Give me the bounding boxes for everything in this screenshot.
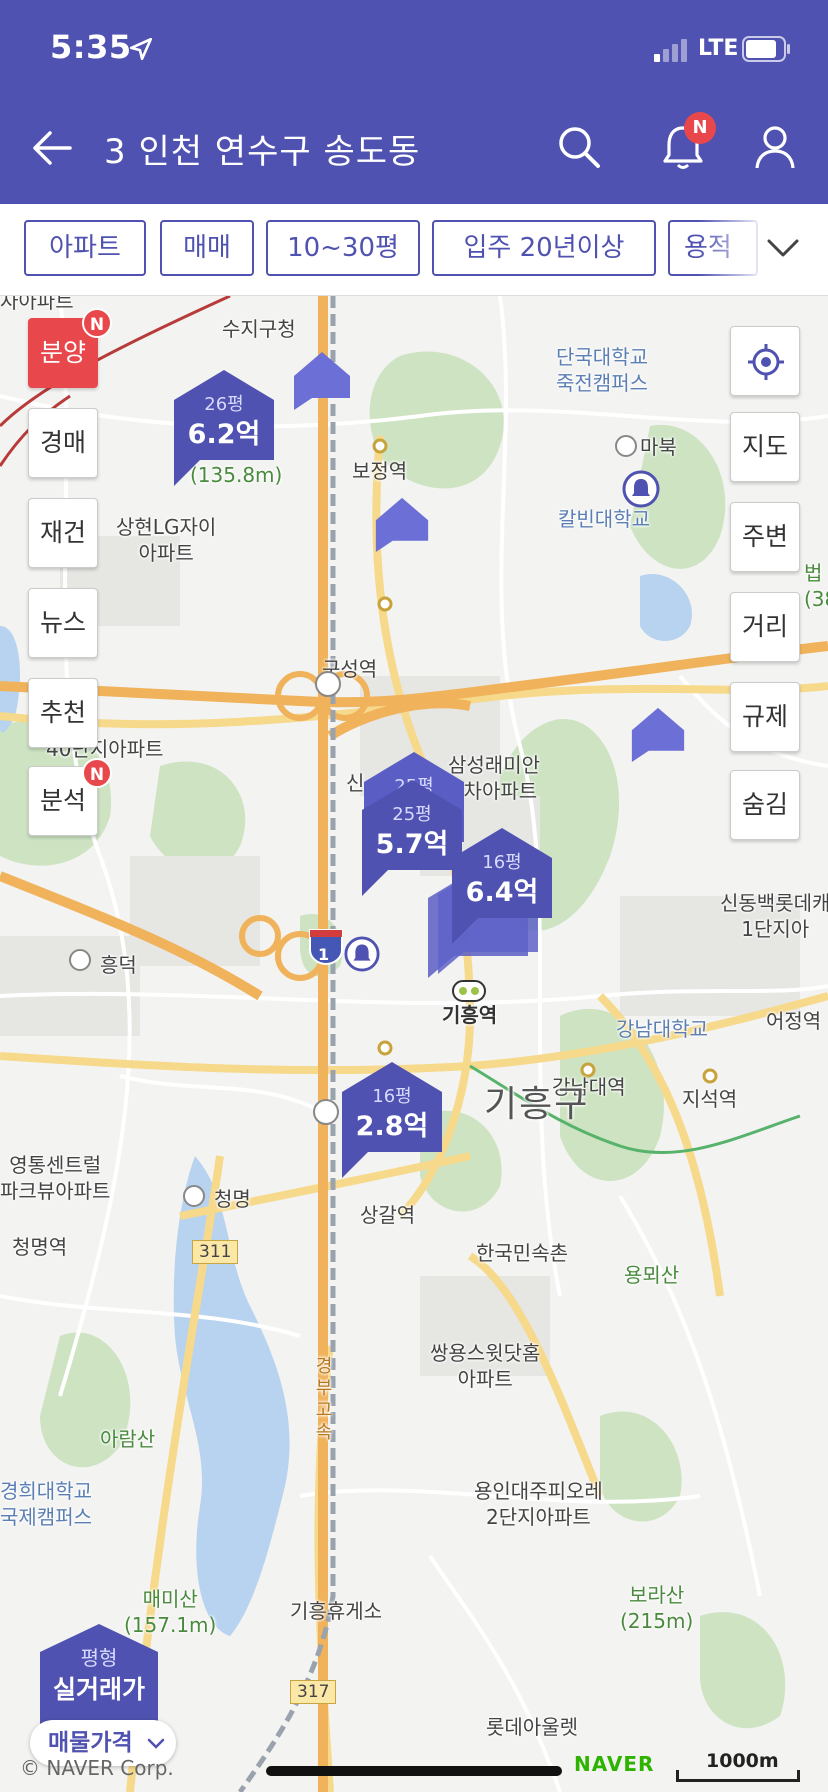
highway-number: 1 (318, 945, 330, 964)
filter-fade (698, 204, 768, 295)
chevron-down-icon (147, 1738, 165, 1749)
map-copyright: © NAVER Corp. (20, 1756, 174, 1780)
place-label: 지석역 (682, 1087, 738, 1111)
place-label: 강남대학교 (616, 1017, 708, 1041)
place-label: 어정역 (766, 1009, 822, 1033)
ic-pin-icon (313, 1099, 339, 1125)
road-number: 311 (192, 1240, 239, 1264)
scale-label: 1000m (706, 1750, 779, 1772)
locate-me-button[interactable] (730, 326, 800, 396)
network-type: LTE (698, 36, 739, 61)
presale-badge: N (82, 308, 112, 338)
naver-logo: NAVER (574, 1752, 655, 1776)
place-label: 수지구청 (222, 317, 296, 341)
side-button-rebuild[interactable]: 재건 (28, 498, 98, 568)
place-label: 한국민속촌 (476, 1241, 568, 1265)
marker-price: 6.2억 (187, 419, 261, 450)
marker-price: 6.4억 (465, 877, 539, 908)
map-view[interactable]: 자아파트 수지구청 단국대학교 죽전캠퍼스 보정역 마북 상현LG자이 아파트 … (0, 296, 828, 1792)
ic-pin-icon (183, 1185, 205, 1207)
side-button-regulation[interactable]: 규제 (730, 682, 800, 752)
crosshair-icon (748, 344, 784, 380)
place-label: 자아파트 (0, 296, 74, 313)
place-label: 법 (38 (804, 561, 828, 611)
place-label: 신동백롯데캐 1단지아 (720, 891, 828, 941)
signal-icon (654, 39, 687, 62)
scale-bar (676, 1770, 800, 1782)
side-button-recommend[interactable]: 추천 (28, 678, 98, 748)
price-marker[interactable]: 16평 2.8억 (342, 1062, 442, 1178)
chevron-down-icon[interactable] (764, 228, 802, 266)
ic-pin-icon (69, 949, 91, 971)
marker-price: 5.7억 (375, 829, 449, 860)
side-button-distance[interactable]: 거리 (730, 592, 800, 662)
alert-pin-icon[interactable] (622, 470, 660, 508)
app-header: 5:35 LTE 3 인천 연수구 송도동 N (0, 0, 828, 204)
filter-chip-size[interactable]: 10~30평 (266, 220, 420, 276)
place-label: 보정역 (352, 459, 408, 483)
place-label: 기흥휴게소 (290, 1599, 382, 1623)
legend-size: 평형 (80, 1646, 118, 1670)
page-title[interactable]: 3 인천 연수구 송도동 (104, 124, 420, 173)
place-label: 경희대학교 국제캠퍼스 (0, 1479, 92, 1529)
house-marker-icon[interactable] (630, 704, 686, 764)
place-label: 기흥역 (442, 1003, 498, 1027)
filter-bar: 아파트 매매 10~30평 입주 20년이상 용적 (0, 204, 828, 296)
filter-chip-age[interactable]: 입주 20년이상 (432, 220, 656, 276)
status-time: 5:35 (50, 28, 132, 66)
battery-icon (742, 36, 790, 62)
place-label: 상갈역 (360, 1203, 416, 1227)
home-indicator[interactable] (266, 1766, 562, 1776)
district-label: 기흥구 (484, 1084, 590, 1125)
filter-chip-trade-type[interactable]: 매매 (160, 220, 254, 276)
side-button-hide[interactable]: 숨김 (730, 770, 800, 840)
price-marker[interactable]: 26평 6.2억 (174, 370, 274, 486)
back-arrow-icon[interactable] (28, 124, 76, 172)
jc-pin-icon (315, 671, 341, 697)
legend-label: 실거래가 (52, 1675, 145, 1704)
side-button-map[interactable]: 지도 (730, 412, 800, 482)
place-label: 청명 (214, 1187, 251, 1211)
marker-price: 2.8억 (355, 1111, 429, 1142)
place-label: 롯데아울렛 (486, 1715, 578, 1739)
place-label: 영통센트럴 파크뷰아파트 (0, 1153, 111, 1203)
price-marker[interactable]: 25평 5.7억 (362, 780, 462, 896)
user-icon[interactable] (752, 122, 798, 172)
house-marker-icon[interactable] (374, 494, 430, 554)
place-label: 쌍용스윗닷홈 아파트 (430, 1341, 541, 1391)
place-label: 흥덕 (100, 953, 137, 977)
place-label: 용뫼산 (624, 1263, 680, 1287)
notification-badge: N (684, 112, 716, 144)
place-label: 청명역 (12, 1235, 68, 1259)
analysis-badge: N (82, 758, 112, 788)
place-label: 용인대주피오레 2단지아파트 (474, 1479, 603, 1529)
place-label: 마북 (640, 435, 677, 459)
ic-pin-icon (615, 435, 637, 457)
side-button-auction[interactable]: 경매 (28, 408, 98, 478)
place-label: 아람산 (100, 1427, 156, 1451)
house-marker-icon[interactable] (292, 348, 352, 412)
road-label: 경부고속 (315, 1356, 333, 1443)
search-icon[interactable] (556, 124, 602, 170)
filter-chip-property-type[interactable]: 아파트 (24, 220, 146, 276)
place-label: 단국대학교 죽전캠퍼스 (556, 345, 648, 395)
side-button-nearby[interactable]: 주변 (730, 502, 800, 572)
side-button-news[interactable]: 뉴스 (28, 588, 98, 658)
place-label: 칼빈대학교 (558, 507, 650, 531)
place-label: 상현LG자이 아파트 (116, 515, 217, 565)
alert-pin-icon[interactable] (344, 936, 380, 972)
price-marker[interactable]: 16평 6.4억 (452, 828, 552, 944)
place-label: 보라산 (215m) (620, 1583, 694, 1633)
price-type-label: 매물가격 (48, 1730, 133, 1756)
road-number: 317 (290, 1680, 337, 1704)
subway-station-icon (452, 980, 486, 1002)
location-arrow-icon (129, 37, 153, 61)
